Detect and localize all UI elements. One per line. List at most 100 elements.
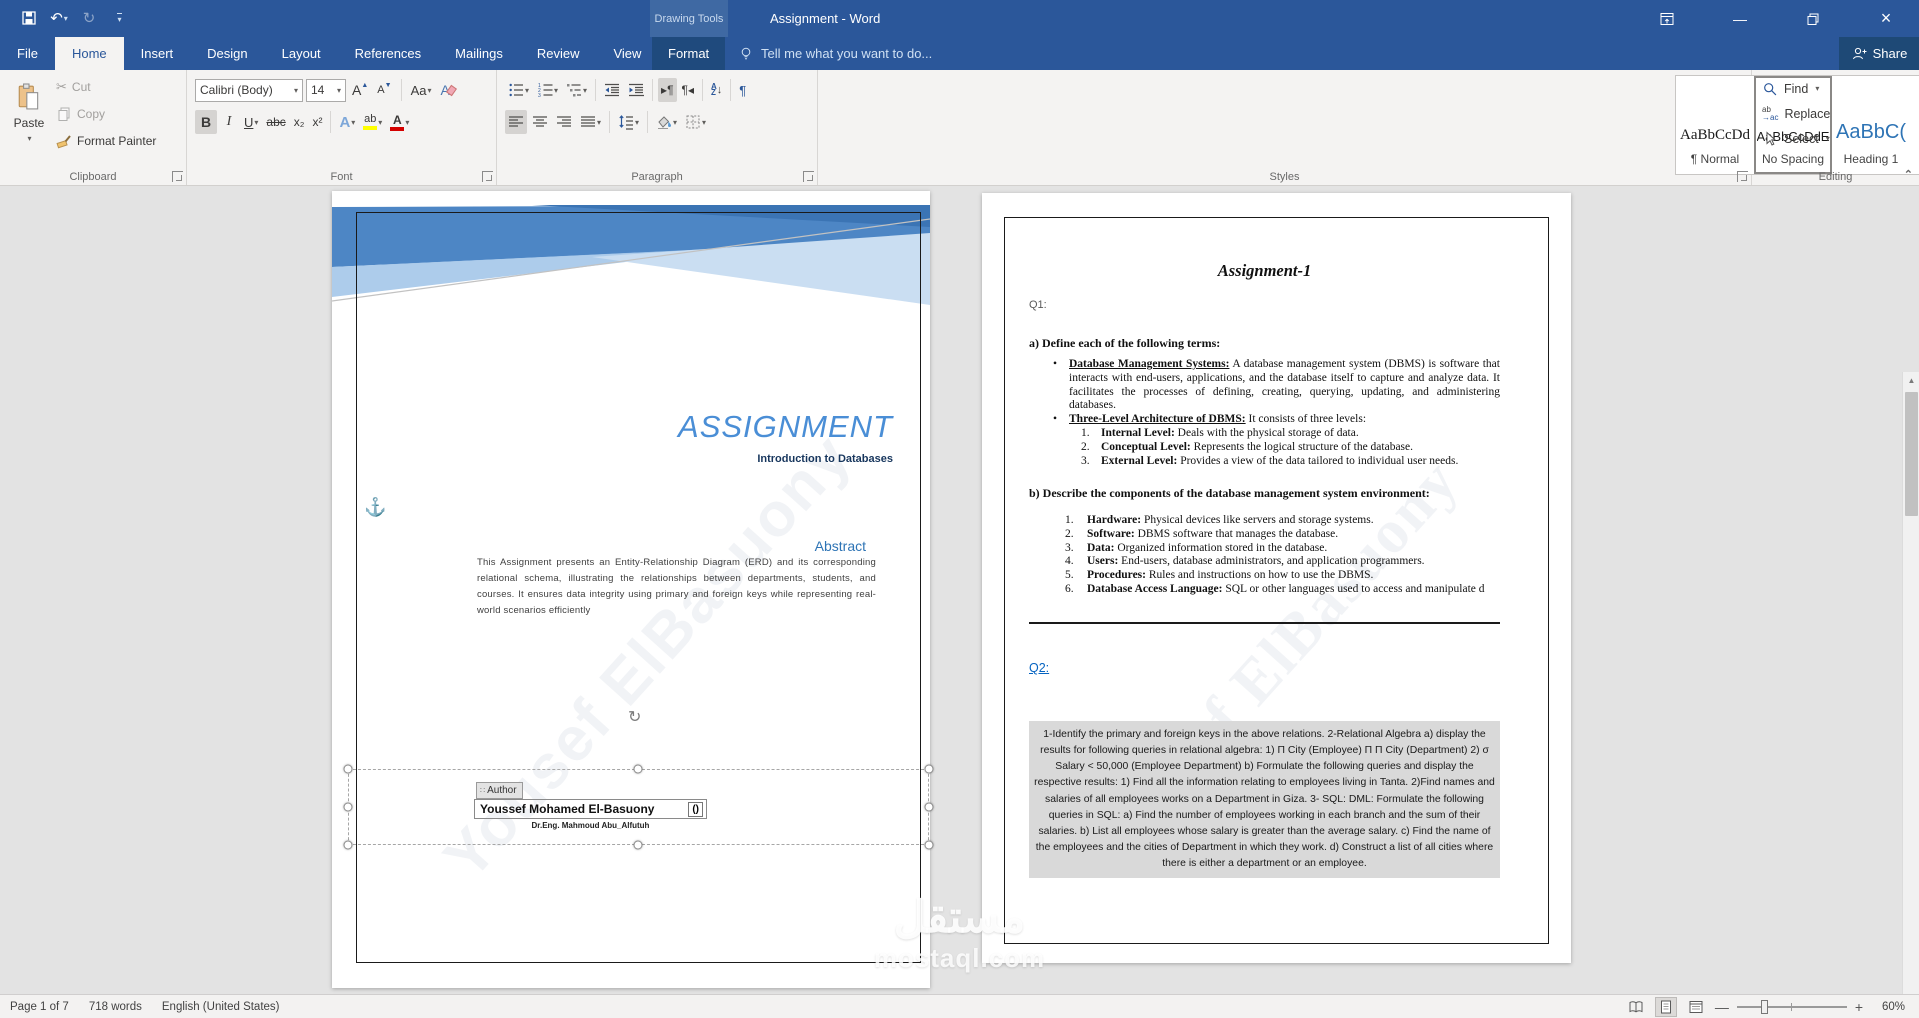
superscript-button[interactable]: x²: [309, 110, 325, 134]
minimize-button[interactable]: —: [1717, 0, 1763, 37]
tab-mailings[interactable]: Mailings: [438, 37, 520, 70]
tab-view[interactable]: View: [596, 37, 658, 70]
tab-review[interactable]: Review: [520, 37, 597, 70]
replace-button[interactable]: ab →ac Replace: [1752, 101, 1919, 126]
strikethrough-button[interactable]: abc: [263, 110, 288, 134]
selection-handle[interactable]: [633, 840, 643, 850]
select-button[interactable]: Select ▾: [1752, 126, 1919, 151]
format-painter-button[interactable]: Format Painter: [56, 130, 156, 152]
underline-button[interactable]: U ▾: [241, 110, 261, 134]
tab-format[interactable]: Format: [652, 37, 726, 70]
qat-customize-button[interactable]: ▾: [104, 6, 134, 30]
undo-button[interactable]: ↶ ▾: [44, 6, 74, 30]
chevron-down-icon: ▾: [63, 13, 68, 23]
styles-dialog-launcher[interactable]: [1737, 171, 1748, 182]
italic-button[interactable]: I: [219, 110, 239, 134]
tab-references[interactable]: References: [338, 37, 438, 70]
justify-button[interactable]: ▾: [577, 110, 604, 134]
cover-page[interactable]: Yousef ElBasuony ASSIGNMENT Introduction…: [332, 191, 934, 988]
vertical-scrollbar[interactable]: ▲ ▼: [1902, 372, 1919, 994]
restore-button[interactable]: [1790, 0, 1836, 37]
bullets-button[interactable]: ▾: [505, 78, 532, 102]
collapse-ribbon-button[interactable]: ⌃: [1904, 168, 1913, 181]
list-item: 1. Internal Level: Deals with the physic…: [1081, 426, 1359, 439]
status-bar: Page 1 of 7 718 words English (United St…: [0, 994, 1919, 1018]
language-indicator[interactable]: English (United States): [152, 995, 290, 1018]
line-spacing-button[interactable]: ▾: [615, 110, 642, 134]
author-content-control-tag[interactable]: ∷ Author: [476, 782, 523, 799]
cut-button[interactable]: ✂ Cut: [56, 76, 156, 98]
borders-button[interactable]: ▾: [682, 110, 709, 134]
share-button[interactable]: Share: [1839, 37, 1919, 70]
right-to-left-button[interactable]: ¶◂: [679, 78, 697, 102]
tab-home[interactable]: Home: [54, 37, 124, 70]
selection-handle[interactable]: [924, 764, 934, 774]
font-dialog-launcher[interactable]: [482, 171, 493, 182]
web-layout-button[interactable]: [1685, 997, 1707, 1017]
paragraph-dialog-launcher[interactable]: [803, 171, 814, 182]
window-title: Assignment - Word: [770, 11, 881, 26]
highlight-icon: ab: [363, 114, 378, 130]
selection-handle[interactable]: [343, 764, 353, 774]
ribbon-display-icon: [1659, 11, 1675, 27]
shrink-font-button[interactable]: A ▼: [374, 78, 394, 102]
tab-design[interactable]: Design: [190, 37, 264, 70]
selection-handle[interactable]: [633, 764, 643, 774]
text-effects-button[interactable]: A ▾: [336, 110, 358, 134]
zoom-slider[interactable]: [1736, 1000, 1847, 1014]
zoom-in-button[interactable]: +: [1855, 999, 1863, 1015]
print-layout-button[interactable]: [1654, 997, 1677, 1017]
selection-handle[interactable]: [924, 840, 934, 850]
close-button[interactable]: ×: [1863, 0, 1909, 37]
zoom-level[interactable]: 60%: [1871, 1001, 1905, 1013]
author-content-control[interactable]: Youssef Mohamed El-Basuony (): [474, 799, 707, 819]
tab-file[interactable]: File: [0, 37, 55, 70]
left-to-right-button[interactable]: ▸¶: [658, 78, 677, 102]
change-case-button[interactable]: Aa ▾: [408, 78, 435, 102]
save-button[interactable]: [14, 6, 44, 30]
scrollbar-thumb[interactable]: [1905, 392, 1918, 516]
q2-link[interactable]: Q2:: [1029, 661, 1500, 675]
read-mode-button[interactable]: [1625, 997, 1647, 1017]
align-right-button[interactable]: [553, 110, 575, 134]
numbering-button[interactable]: 1 2 3 ▾: [534, 78, 561, 102]
multilevel-list-button[interactable]: ▾: [563, 78, 590, 102]
increase-indent-button[interactable]: [625, 78, 647, 102]
find-button[interactable]: Find ▾: [1752, 76, 1919, 101]
align-center-button[interactable]: [529, 110, 551, 134]
tell-me-box[interactable]: Tell me what you want to do...: [738, 37, 932, 70]
paste-button[interactable]: Paste ▾: [7, 74, 51, 178]
selection-handle[interactable]: [343, 802, 353, 812]
word-count[interactable]: 718 words: [79, 995, 152, 1018]
redo-button[interactable]: ↻: [74, 6, 104, 30]
zoom-slider-handle[interactable]: [1760, 1000, 1768, 1014]
font-color-button[interactable]: A ▾: [387, 110, 412, 134]
copy-button[interactable]: Copy: [56, 103, 156, 125]
tab-layout[interactable]: Layout: [265, 37, 338, 70]
subscript-button[interactable]: x₂: [291, 110, 308, 134]
lightbulb-icon: [738, 46, 754, 62]
tab-insert[interactable]: Insert: [124, 37, 191, 70]
chevron-down-icon: ▾: [336, 85, 341, 95]
highlight-button[interactable]: ab ▾: [360, 110, 385, 134]
show-marks-button[interactable]: ¶: [736, 78, 749, 102]
bold-button[interactable]: B: [195, 110, 217, 134]
sort-button[interactable]: A Z ↓: [708, 78, 725, 102]
page-indicator[interactable]: Page 1 of 7: [0, 995, 79, 1018]
shading-button[interactable]: ▾: [653, 110, 680, 134]
assignment-page[interactable]: Yousef ElBasuony Assignment-1 Q1: a) Def…: [982, 193, 1571, 963]
grow-font-button[interactable]: A ▲: [349, 78, 371, 102]
zoom-out-button[interactable]: —: [1715, 999, 1729, 1015]
clipboard-dialog-launcher[interactable]: [172, 171, 183, 182]
font-family-combo[interactable]: Calibri (Body) ▾: [195, 78, 303, 102]
ribbon-display-options-button[interactable]: [1644, 0, 1690, 37]
scroll-up-icon[interactable]: ▲: [1903, 372, 1919, 388]
clear-formatting-button[interactable]: A: [437, 78, 457, 102]
font-size-combo[interactable]: 14 ▾: [306, 78, 346, 102]
selection-handle[interactable]: [343, 840, 353, 850]
decrease-indent-button[interactable]: [601, 78, 623, 102]
style-normal[interactable]: AaBbCcDd ¶ Normal: [1676, 76, 1754, 174]
rotate-handle[interactable]: ↻: [628, 707, 641, 727]
align-left-button[interactable]: [505, 110, 527, 134]
selection-handle[interactable]: [924, 802, 934, 812]
